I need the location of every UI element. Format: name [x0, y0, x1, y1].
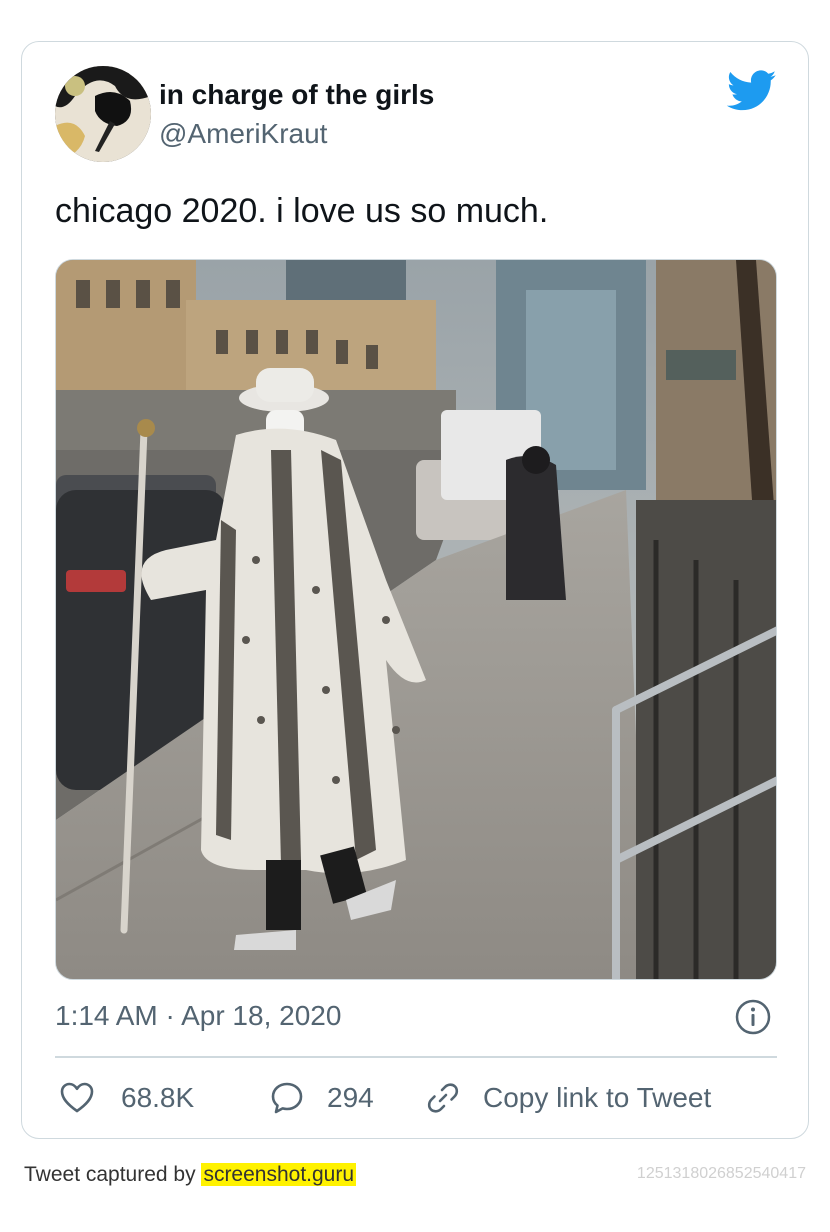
heart-icon [60, 1082, 94, 1113]
capture-credit: Tweet captured by screenshot.guru [24, 1163, 357, 1187]
link-icon [427, 1083, 459, 1113]
twitter-bird-icon[interactable] [726, 70, 777, 112]
tweet-timestamp[interactable]: 1:14 AM · Apr 18, 2020 [55, 1000, 341, 1032]
tweet-card: in charge of the girls @AmeriKraut chica… [21, 41, 809, 1139]
avatar[interactable] [55, 66, 151, 162]
user-handle[interactable]: @AmeriKraut [159, 118, 327, 150]
tweet-text: chicago 2020. i love us so much. [55, 192, 549, 230]
like-count: 68.8K [121, 1082, 195, 1113]
display-name[interactable]: in charge of the girls [159, 79, 434, 111]
capture-site-link[interactable]: screenshot.guru [201, 1163, 357, 1186]
like-button[interactable]: 68.8K [59, 1078, 194, 1118]
reply-button[interactable]: 294 [269, 1078, 374, 1118]
copy-link-button[interactable]: Copy link to Tweet [425, 1078, 711, 1118]
tweet-photo[interactable] [55, 259, 777, 980]
info-icon[interactable] [735, 999, 771, 1035]
tweet-id: 1251318026852540417 [636, 1165, 806, 1182]
reply-count: 294 [327, 1082, 374, 1113]
action-bar: 68.8K 294 Copy link to Tweet [55, 1078, 777, 1118]
capture-credit-prefix: Tweet captured by [24, 1163, 202, 1186]
reply-bubble-icon [271, 1082, 303, 1114]
copy-link-label: Copy link to Tweet [483, 1082, 712, 1113]
divider [55, 1056, 777, 1058]
